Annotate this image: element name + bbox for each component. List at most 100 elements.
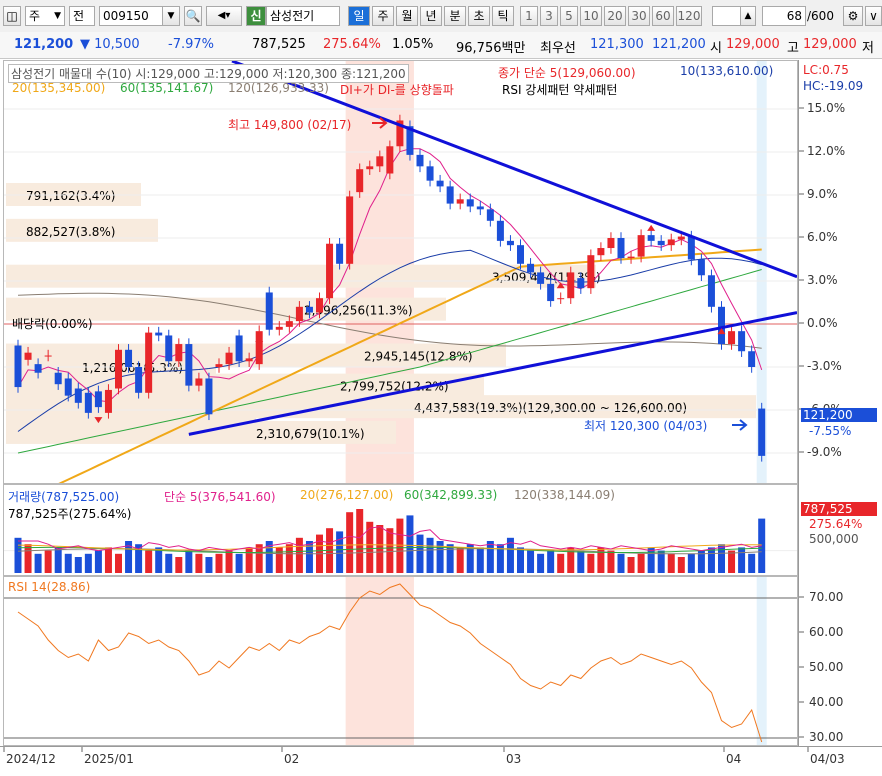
volume-bar-63 xyxy=(647,547,655,573)
expand-icon[interactable]: ∨ xyxy=(865,6,882,26)
volume-bar-59 xyxy=(607,550,615,573)
volume-y-tick: 500,000 xyxy=(809,532,859,546)
candle-body-26 xyxy=(275,326,283,330)
candle-body-53 xyxy=(547,283,555,302)
volume-bar-44 xyxy=(456,547,464,573)
volume-bar-52 xyxy=(537,553,545,573)
volume-bar-22 xyxy=(235,553,243,573)
candle-body-36 xyxy=(376,156,384,167)
volume-chart-svg xyxy=(4,509,797,573)
volume-bar-69 xyxy=(707,547,715,573)
interval-spin-button[interactable]: ▲ xyxy=(740,6,756,26)
mode-select-value: 전 xyxy=(73,9,85,23)
stock-name-field[interactable]: 삼성전기 xyxy=(266,6,340,26)
volume-bar-43 xyxy=(446,544,454,573)
mode-select[interactable]: 전 xyxy=(69,6,95,26)
volume-bar-53 xyxy=(547,550,555,573)
candle-body-31 xyxy=(326,243,334,299)
volume-bar-50 xyxy=(517,547,524,573)
ma10-label: 10(133,610.00) xyxy=(680,64,774,78)
layout-icon[interactable]: ◫ xyxy=(3,6,21,26)
price-change: ▼ 10,500 xyxy=(80,37,140,52)
price-y-tick-5: 0.0% xyxy=(807,316,838,330)
candle-body-5 xyxy=(64,378,72,396)
minute-button-10[interactable]: 10 xyxy=(580,6,602,26)
rsi-y-tick-4: 30.00 xyxy=(809,730,843,744)
di-signal-label: DI+가 DI-를 상향돌파 xyxy=(340,83,454,97)
low-arrow-icon xyxy=(732,419,748,431)
volume-bar-3 xyxy=(44,550,52,573)
period-tab-3[interactable]: 년 xyxy=(420,6,442,26)
speaker-icon[interactable]: ◀▾ xyxy=(206,6,242,26)
candle-body-51 xyxy=(527,263,535,273)
x-tick-4: 04 xyxy=(726,752,741,766)
candle-body-32 xyxy=(336,243,344,264)
volume-bar-66 xyxy=(677,557,685,573)
candle-body-34 xyxy=(356,169,364,193)
price-y-axis: 15.0%12.0%9.0%6.0%3.0%0.0%-3.0%-6.0%-9.0… xyxy=(798,60,882,484)
current-pct-tag: -7.55% xyxy=(809,424,852,438)
candle-body-15 xyxy=(165,335,173,362)
minute-button-1[interactable]: 1 xyxy=(520,6,538,26)
volume-bar-16 xyxy=(175,557,183,573)
price-y-tick-2: 9.0% xyxy=(807,187,838,201)
price-panel[interactable]: 791,162(3.4%) 882,527(3.8%) 3,509,424(15.3… xyxy=(3,60,798,484)
volume-ma60: 60(342,899.33) xyxy=(404,488,498,502)
volume-bar-38 xyxy=(396,518,404,573)
period-tab-6[interactable]: 틱 xyxy=(492,6,514,26)
type-select[interactable]: 주 ▼ xyxy=(25,6,65,26)
rsi-y-tick-2: 50.00 xyxy=(809,660,843,674)
volume-ma120: 120(338,144.09) xyxy=(514,488,615,502)
volume-bar-13 xyxy=(145,550,153,573)
candle-body-66 xyxy=(677,236,685,240)
volume-panel[interactable]: 거래량(787,525.00) 단순 5(376,541.60) 20(276,… xyxy=(3,484,798,576)
code-dropdown-button[interactable]: ▼ xyxy=(162,6,180,26)
rsi-y-tick-3: 40.00 xyxy=(809,695,843,709)
minute-button-60[interactable]: 60 xyxy=(652,6,674,26)
volume-bar-34 xyxy=(356,509,364,573)
best-quote-label: 최우선 xyxy=(540,41,576,56)
period-tab-0[interactable]: 일 xyxy=(348,6,370,26)
volume-ma5: 단순 5(376,541.60) xyxy=(164,490,276,504)
candle-body-19 xyxy=(205,378,213,415)
candle-body-16 xyxy=(175,344,183,362)
search-icon[interactable]: 🔍 xyxy=(184,6,202,26)
page-count-input[interactable]: 68 xyxy=(762,6,806,26)
candle-body-10 xyxy=(115,349,122,389)
minute-button-120[interactable]: 120 xyxy=(676,6,702,26)
turnover-rate: 1.05% xyxy=(392,37,434,52)
candle-body-73 xyxy=(748,351,756,367)
volume-bar-70 xyxy=(718,544,725,573)
minute-button-20[interactable]: 20 xyxy=(604,6,626,26)
x-tick-2: 02 xyxy=(284,752,299,766)
type-select-value: 주 xyxy=(29,9,41,23)
volume-bar-65 xyxy=(667,553,675,573)
x-tick-1: 2025/01 xyxy=(84,752,134,766)
candle-body-65 xyxy=(667,239,675,246)
candle-body-21 xyxy=(225,352,233,365)
x-tick-3: 03 xyxy=(506,752,521,766)
volume-bar-57 xyxy=(587,553,595,573)
candle-body-52 xyxy=(537,272,545,284)
volume-bar-2 xyxy=(34,553,42,573)
period-tab-5[interactable]: 초 xyxy=(468,6,490,26)
volume-bar-46 xyxy=(476,547,484,573)
minute-button-5[interactable]: 5 xyxy=(560,6,578,26)
rsi-y-tick-1: 60.00 xyxy=(809,625,843,639)
volume-bar-23 xyxy=(245,547,253,573)
chart-settings-icon[interactable]: ⚙ xyxy=(843,6,863,26)
high-price: 129,000 xyxy=(803,37,857,52)
minute-button-3[interactable]: 3 xyxy=(540,6,558,26)
volume-bar-37 xyxy=(386,528,394,573)
rsi-panel[interactable]: RSI 14(28.86) xyxy=(3,576,798,746)
period-tab-1[interactable]: 주 xyxy=(372,6,394,26)
period-tab-4[interactable]: 분 xyxy=(444,6,466,26)
candle-body-74 xyxy=(758,408,766,456)
volume-bar-47 xyxy=(486,541,494,573)
minute-button-30[interactable]: 30 xyxy=(628,6,650,26)
volume-bar-15 xyxy=(165,553,173,573)
volume-bar-5 xyxy=(64,553,72,573)
period-tab-2[interactable]: 월 xyxy=(396,6,418,26)
volume-bar-14 xyxy=(155,547,163,573)
volume-bar-61 xyxy=(627,557,635,573)
